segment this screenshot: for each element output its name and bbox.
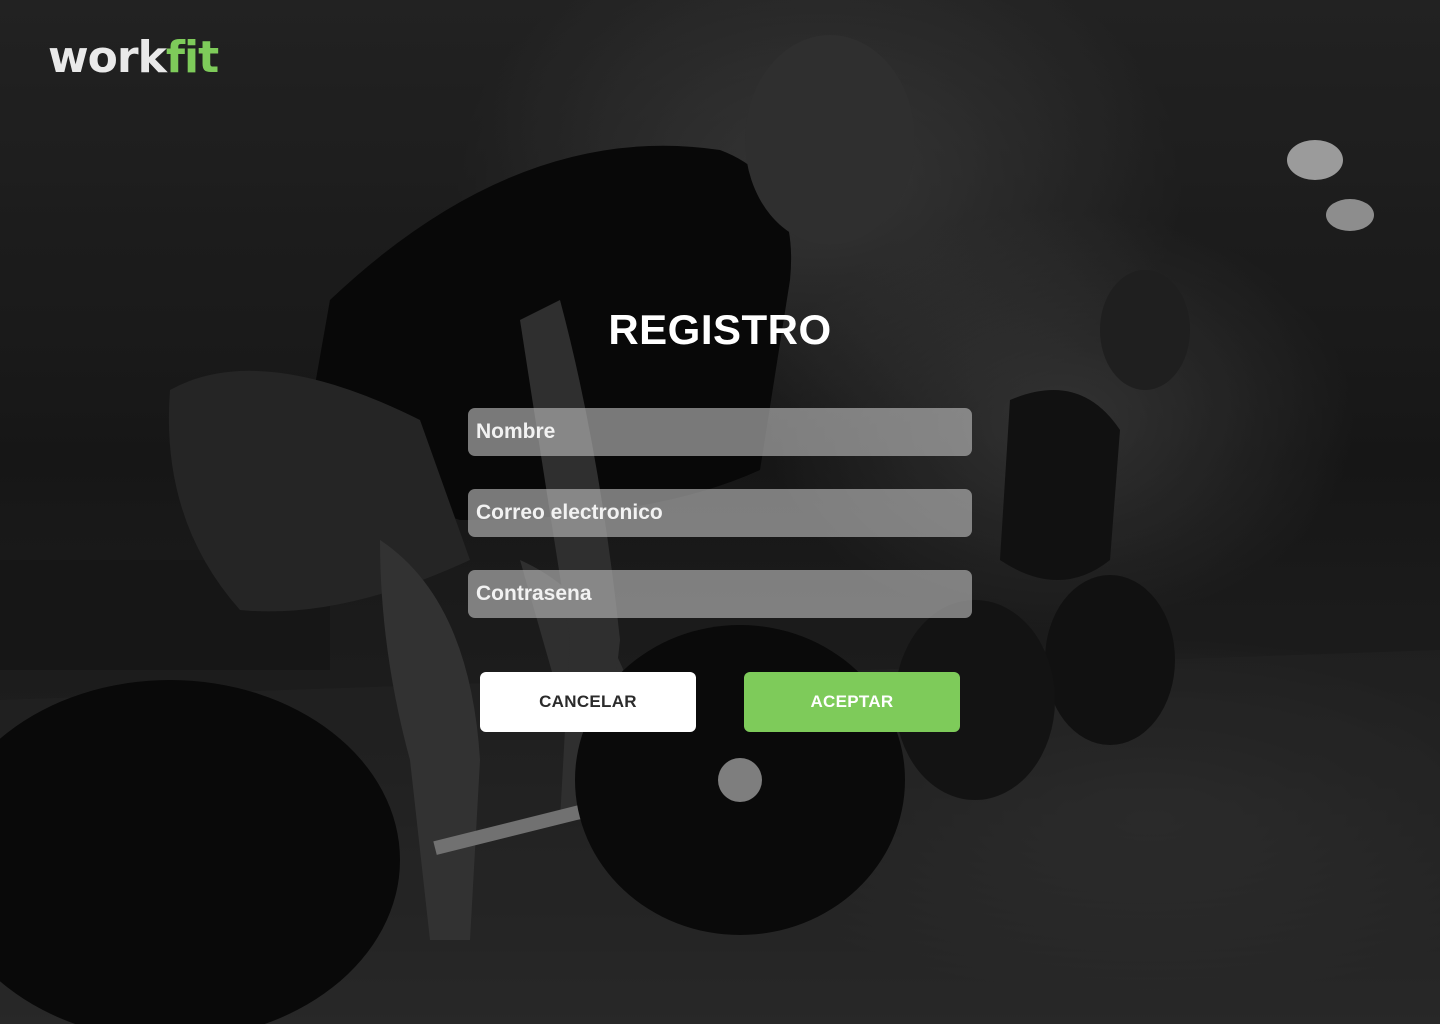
cancel-button[interactable]: CANCELAR: [480, 672, 696, 732]
workfit-logo[interactable]: workfit: [48, 30, 219, 86]
password-field[interactable]: [476, 570, 972, 618]
name-field-container: [468, 408, 972, 456]
password-field-container: [468, 570, 972, 618]
email-field-container: [468, 489, 972, 537]
page-title: REGISTRO: [608, 306, 832, 353]
email-field[interactable]: [476, 489, 972, 537]
logo-text-fit: fit: [165, 32, 219, 83]
page: workfit REGISTRO CANCELAR ACEPTAR: [0, 0, 1440, 1024]
accept-button[interactable]: ACEPTAR: [744, 672, 960, 732]
logo-text-work: work: [48, 32, 167, 83]
name-field[interactable]: [476, 408, 972, 456]
